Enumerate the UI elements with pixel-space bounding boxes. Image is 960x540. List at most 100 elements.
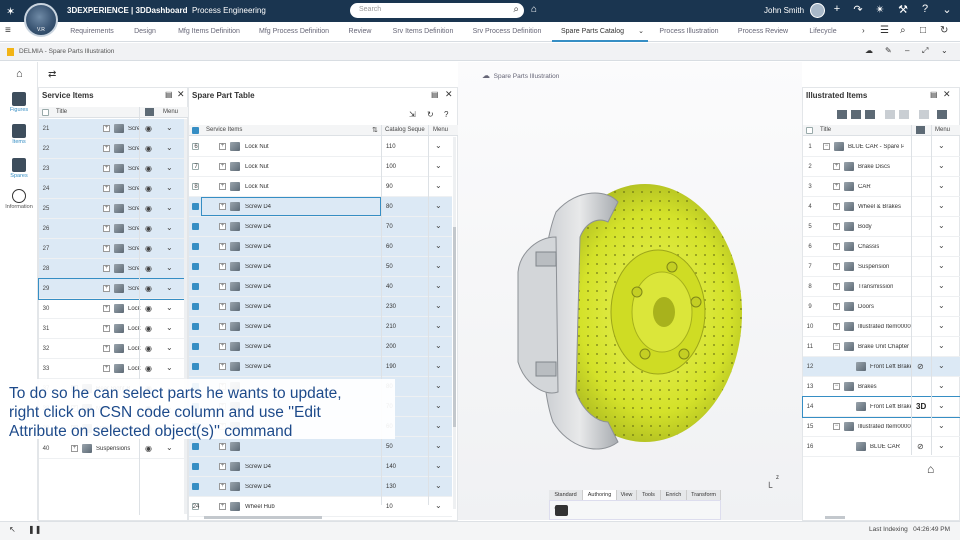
chevron-down-icon[interactable]: ⌄: [941, 46, 948, 55]
tab-review[interactable]: Review: [342, 22, 378, 42]
horizontal-scrollbar[interactable]: [204, 516, 322, 519]
table-row[interactable]: 33 + Lock ◉ ⌄: [39, 359, 184, 379]
catalog-sequence[interactable]: 190: [386, 364, 396, 370]
expand-icon[interactable]: +: [103, 325, 110, 332]
expand-icon[interactable]: +: [219, 203, 226, 210]
catalog-sequence[interactable]: 70: [386, 224, 393, 230]
chevron-down-icon[interactable]: ⌄: [166, 163, 173, 172]
row-checkbox[interactable]: [192, 343, 199, 350]
maximize-icon[interactable]: ⤢: [922, 46, 928, 56]
close-icon[interactable]: ✕: [177, 89, 185, 100]
search-icon[interactable]: ⌕: [900, 25, 906, 36]
chevron-down-icon[interactable]: ⌄: [938, 221, 945, 230]
visibility-icon[interactable]: ◉: [145, 324, 152, 333]
tools-icon[interactable]: ⚒: [896, 3, 910, 16]
help-icon[interactable]: ?: [918, 3, 932, 15]
list-icon[interactable]: ☰: [880, 25, 889, 36]
catalog-sequence[interactable]: 140: [386, 464, 396, 470]
leftbar-items[interactable]: Items: [3, 124, 35, 145]
chevron-down-icon[interactable]: ⌄: [435, 481, 442, 490]
row-checkbox[interactable]: [192, 463, 199, 470]
expand-icon[interactable]: +: [833, 323, 840, 330]
cloud-icon[interactable]: ☁: [865, 46, 873, 55]
table-row[interactable]: 6 + Chassis ⌄: [803, 237, 960, 257]
expand-icon[interactable]: +: [219, 243, 226, 250]
table-row[interactable]: 25 + Scre ◉ ⌄: [39, 199, 184, 219]
chevron-down-icon[interactable]: ⌄: [435, 301, 442, 310]
chevron-down-icon[interactable]: ⌄: [938, 361, 945, 370]
pause-icon[interactable]: ❚❚: [28, 525, 41, 534]
table-row[interactable]: 7 + Suspension ⌄: [803, 257, 960, 277]
table-row[interactable]: 11 − Brake Unit Chapter ⌄: [803, 337, 960, 357]
chevron-down-icon[interactable]: ⌄: [166, 303, 173, 312]
tool-tab-tools[interactable]: Tools: [637, 490, 661, 500]
expand-icon[interactable]: +: [833, 163, 840, 170]
table-row[interactable]: 31 + Lock ◉ ⌄: [39, 319, 184, 339]
table-row[interactable]: + Screw D4 50 ⌄: [189, 257, 452, 277]
select-all-checkbox[interactable]: [42, 109, 49, 116]
sort-icon[interactable]: ⇅: [372, 126, 378, 134]
visibility-icon[interactable]: ◉: [145, 264, 152, 273]
visibility-icon[interactable]: ◉: [145, 284, 152, 293]
chevron-down-icon[interactable]: ⌄: [435, 161, 442, 170]
table-row[interactable]: 26 + Scre ◉ ⌄: [39, 219, 184, 239]
table-row[interactable]: 9 + Doors ⌄: [803, 297, 960, 317]
expand-icon[interactable]: +: [103, 285, 110, 292]
chevron-down-icon[interactable]: ⌄: [435, 201, 442, 210]
chevron-down-icon[interactable]: ⌄: [166, 363, 173, 372]
add-icon[interactable]: +: [830, 3, 844, 15]
chevron-down-icon[interactable]: ⌄: [435, 421, 442, 430]
catalog-sequence[interactable]: 50: [386, 264, 393, 270]
tab-mfg-process[interactable]: Mfg Process Definition: [252, 22, 336, 42]
chevron-down-icon[interactable]: ⌄: [938, 401, 945, 410]
menu-icon[interactable]: ≡: [5, 25, 11, 36]
expand-icon[interactable]: +: [219, 263, 226, 270]
refresh-icon[interactable]: ↻: [427, 110, 434, 119]
expand-icon[interactable]: +: [219, 183, 226, 190]
chevron-down-icon[interactable]: ⌄: [166, 143, 173, 152]
chevron-down-icon[interactable]: ⌄: [938, 421, 945, 430]
expand-icon[interactable]: +: [219, 343, 226, 350]
search-input[interactable]: Search ⌕: [350, 3, 524, 18]
catalog-sequence[interactable]: 60: [386, 244, 393, 250]
chevron-down-icon[interactable]: ⌄: [938, 161, 945, 170]
network-icon[interactable]: ✴: [873, 3, 887, 16]
row-checkbox[interactable]: [192, 303, 199, 310]
expand-icon[interactable]: +: [833, 203, 840, 210]
table-row[interactable]: 24 + Wheel Hub 10 ⌄: [189, 497, 452, 517]
chevron-down-icon[interactable]: ⌄: [940, 3, 954, 16]
expand-icon[interactable]: +: [219, 283, 226, 290]
camera-icon[interactable]: [555, 505, 568, 516]
brake-assembly-render[interactable]: [458, 62, 802, 520]
visibility-icon[interactable]: ◉: [145, 364, 152, 373]
table-row[interactable]: 28 + Scre ◉ ⌄: [39, 259, 184, 279]
export-icon[interactable]: ⇲: [409, 110, 416, 119]
expand-icon[interactable]: −: [823, 143, 830, 150]
row-checkbox[interactable]: [192, 223, 199, 230]
expand-icon[interactable]: +: [219, 463, 226, 470]
tool-tab-view[interactable]: View: [617, 490, 637, 500]
pin-icon[interactable]: ✎: [885, 46, 892, 55]
search-icon[interactable]: ⌕: [513, 4, 519, 15]
expand-icon[interactable]: −: [833, 423, 840, 430]
chevron-down-icon[interactable]: ⌄: [435, 501, 442, 510]
chevron-down-icon[interactable]: ⌄: [938, 341, 945, 350]
hidden-icon[interactable]: ⊘: [917, 362, 924, 371]
table-row[interactable]: 3 + CAR ⌄: [803, 177, 960, 197]
expand-icon[interactable]: +: [219, 303, 226, 310]
tool-icon[interactable]: [919, 110, 929, 119]
tab-design[interactable]: Design: [128, 22, 162, 42]
tab-process-illustration[interactable]: Process Illustration: [654, 22, 724, 42]
tab-mfg-items[interactable]: Mfg Items Definition: [170, 22, 248, 42]
col-catalog-sequence[interactable]: Catalog Seque: [385, 127, 425, 133]
expand-icon[interactable]: +: [103, 305, 110, 312]
settings-icon[interactable]: [937, 110, 947, 119]
tab-requirements[interactable]: Requirements: [62, 22, 122, 42]
chevron-down-icon[interactable]: ⌄: [166, 223, 173, 232]
expand-icon[interactable]: +: [103, 265, 110, 272]
table-row[interactable]: 10 + Illustrated Item0000 ⌄: [803, 317, 960, 337]
avatar[interactable]: [810, 3, 825, 18]
leftbar-spares[interactable]: Spares: [3, 158, 35, 179]
catalog-sequence[interactable]: 230: [386, 304, 396, 310]
chevron-down-icon[interactable]: ⌄: [435, 281, 442, 290]
